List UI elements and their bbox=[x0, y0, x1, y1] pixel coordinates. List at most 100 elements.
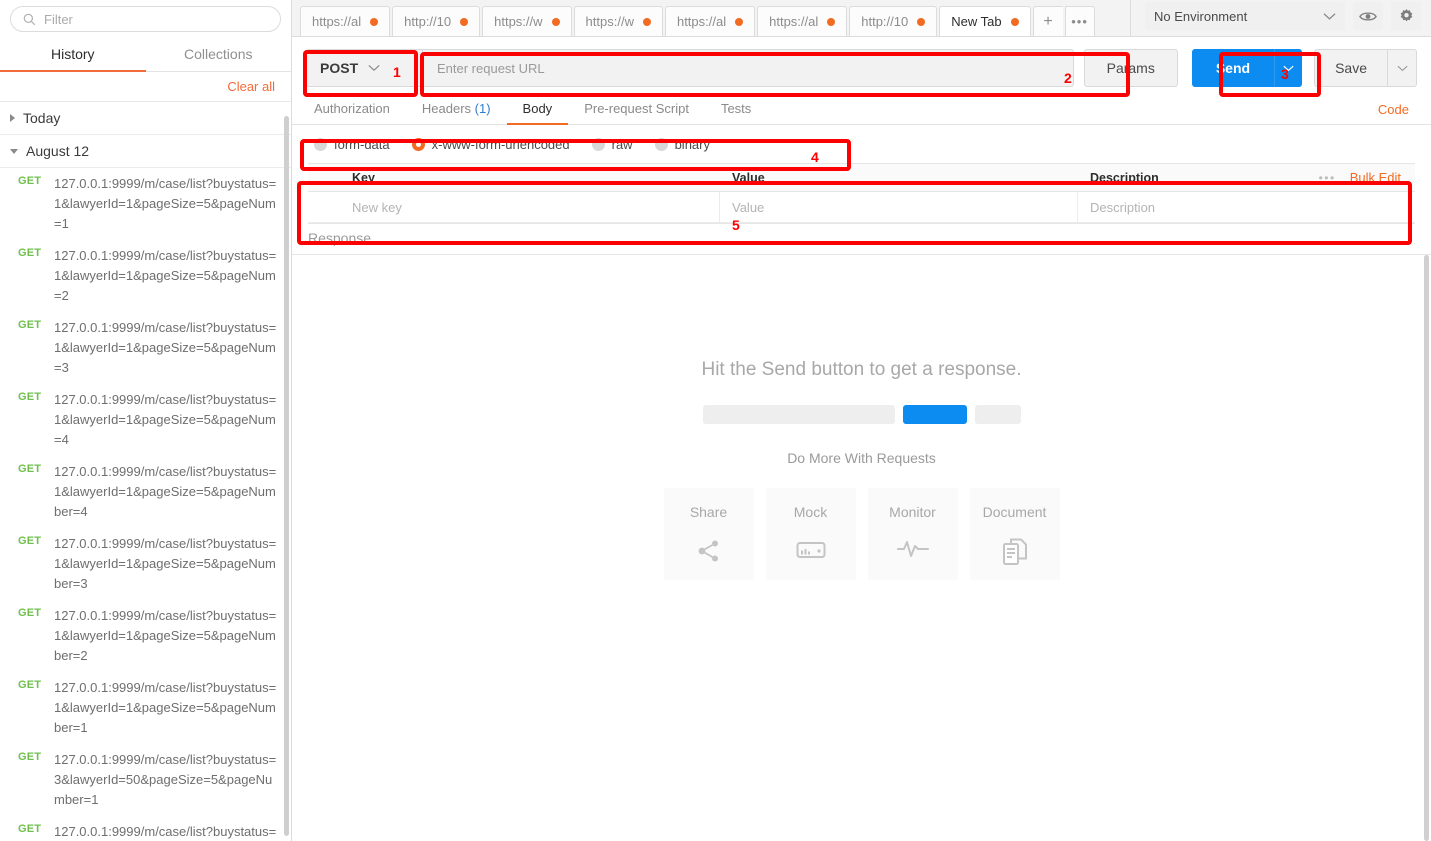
list-item[interactable]: GET 127.0.0.1:9999/m/case/list?buystatus… bbox=[0, 816, 291, 841]
request-section-tabs: Authorization Headers (1) Body Pre-reque… bbox=[292, 95, 1431, 125]
request-method-badge: GET bbox=[18, 679, 42, 691]
clear-all-button[interactable]: Clear all bbox=[227, 79, 275, 94]
list-item[interactable]: GET 127.0.0.1:9999/m/case/list?buystatus… bbox=[0, 528, 291, 600]
unsaved-dot-icon[interactable] bbox=[551, 17, 560, 26]
list-item[interactable]: GET 127.0.0.1:9999/m/case/list?buystatus… bbox=[0, 672, 291, 744]
url-bar-row: POST Params Send Save bbox=[292, 37, 1431, 95]
tab-overflow-menu-button[interactable]: ••• bbox=[1064, 6, 1095, 36]
request-tab-2[interactable]: https://w bbox=[482, 6, 572, 36]
list-item[interactable]: GET 127.0.0.1:9999/m/case/list?buystatus… bbox=[0, 384, 291, 456]
request-tab-0[interactable]: https://al bbox=[300, 6, 391, 36]
unsaved-dot-icon[interactable] bbox=[370, 17, 379, 26]
body-type-row: form-data x-www-form-urlencoded raw bina… bbox=[292, 125, 1431, 163]
card-share[interactable]: Share bbox=[663, 488, 754, 580]
list-item[interactable]: GET 127.0.0.1:9999/m/case/list?buystatus… bbox=[0, 744, 291, 816]
card-document[interactable]: Document bbox=[969, 488, 1060, 580]
send-button-group: Send bbox=[1191, 49, 1303, 87]
method-selector[interactable]: POST bbox=[306, 49, 422, 87]
bulk-edit-button[interactable]: Bulk Edit bbox=[1350, 170, 1401, 185]
response-empty-message: Hit the Send button to get a response. bbox=[701, 359, 1022, 380]
card-label: Share bbox=[689, 504, 728, 520]
list-item[interactable]: GET 127.0.0.1:9999/m/case/list?buystatus… bbox=[0, 168, 291, 240]
sidebar-tabs: History Collections bbox=[0, 37, 291, 72]
table-tools: ••• Bulk Edit bbox=[1319, 170, 1415, 185]
list-item[interactable]: GET 127.0.0.1:9999/m/case/list?buystatus… bbox=[0, 456, 291, 528]
sidebar-tab-collections[interactable]: Collections bbox=[146, 37, 292, 72]
environment-selector[interactable]: No Environment bbox=[1145, 2, 1345, 30]
history-list[interactable]: Today August 12 GET 127.0.0.1:9999/m/cas… bbox=[0, 102, 291, 841]
body-type-label: binary bbox=[674, 136, 710, 152]
filter-box[interactable] bbox=[10, 6, 281, 32]
card-mock[interactable]: Mock bbox=[765, 488, 856, 580]
sidebar-scrollbar[interactable] bbox=[284, 116, 289, 836]
save-button[interactable]: Save bbox=[1314, 49, 1387, 87]
request-method-badge: GET bbox=[18, 607, 42, 619]
unsaved-dot-icon[interactable] bbox=[460, 17, 469, 26]
request-url-text: 127.0.0.1:9999/m/case/list?buystatus=1&l… bbox=[54, 608, 277, 663]
tab-headers[interactable]: Headers (1) bbox=[406, 95, 507, 125]
sidebar-tab-history[interactable]: History bbox=[0, 37, 146, 72]
unsaved-dot-icon[interactable] bbox=[1010, 17, 1019, 26]
request-tab-new-tab[interactable]: New Tab bbox=[939, 6, 1031, 36]
unsaved-dot-icon[interactable] bbox=[917, 17, 926, 26]
tab-body[interactable]: Body bbox=[506, 95, 569, 125]
tab-tests[interactable]: Tests bbox=[705, 95, 767, 125]
description-input-cell[interactable]: Description bbox=[1078, 192, 1415, 222]
body-type-binary[interactable]: binary bbox=[654, 136, 710, 152]
send-options-button[interactable] bbox=[1274, 49, 1303, 87]
body-type-raw[interactable]: raw bbox=[591, 137, 633, 152]
list-item[interactable]: GET 127.0.0.1:9999/m/case/list?buystatus… bbox=[0, 600, 291, 672]
request-tab-label: https://w bbox=[494, 14, 543, 29]
table-options-button[interactable]: ••• bbox=[1319, 171, 1336, 185]
request-url-text: 127.0.0.1:9999/m/case/list?buystatus=1&l… bbox=[54, 680, 277, 735]
settings-button[interactable] bbox=[1391, 2, 1421, 30]
params-button[interactable]: Params bbox=[1083, 49, 1178, 87]
chevron-down-icon bbox=[1323, 12, 1336, 20]
request-tab-4[interactable]: https://al bbox=[664, 6, 756, 36]
list-item[interactable]: GET 127.0.0.1:9999/m/case/list?buystatus… bbox=[0, 312, 291, 384]
tab-authorization[interactable]: Authorization bbox=[306, 95, 406, 125]
environment-quick-look-button[interactable] bbox=[1353, 2, 1383, 30]
url-input[interactable] bbox=[422, 49, 1074, 87]
history-group-august-12[interactable]: August 12 bbox=[0, 135, 291, 168]
value-input-cell[interactable]: Value bbox=[720, 192, 1078, 222]
unsaved-dot-icon[interactable] bbox=[735, 17, 744, 26]
code-link[interactable]: Code bbox=[1378, 102, 1417, 117]
request-tab-label: New Tab bbox=[951, 14, 1002, 29]
unsaved-dot-icon[interactable] bbox=[642, 17, 651, 26]
main-scrollbar[interactable] bbox=[1424, 255, 1429, 841]
new-tab-button[interactable]: + bbox=[1032, 6, 1063, 36]
body-type-form-data[interactable]: form-data bbox=[314, 137, 390, 152]
filter-input[interactable] bbox=[44, 11, 268, 27]
clear-all-row: Clear all bbox=[0, 72, 291, 102]
request-url-text: 127.0.0.1:9999/m/case/list?buystatus=1&l… bbox=[54, 248, 277, 303]
request-method-badge: GET bbox=[18, 391, 42, 403]
request-tab-6[interactable]: http://10 bbox=[849, 6, 938, 36]
document-icon bbox=[1002, 538, 1027, 565]
action-cards: Share Mock Monitor Document bbox=[663, 488, 1060, 580]
request-tab-label: http://10 bbox=[404, 14, 452, 29]
tab-pre-request-script[interactable]: Pre-request Script bbox=[568, 95, 705, 125]
card-monitor[interactable]: Monitor bbox=[867, 488, 958, 580]
table-row[interactable]: New key Value Description bbox=[308, 192, 1415, 223]
history-group-today[interactable]: Today bbox=[0, 102, 291, 135]
key-input-cell[interactable]: New key bbox=[340, 192, 720, 222]
request-url-text: 127.0.0.1:9999/m/case/list?buystatus=3&l… bbox=[54, 752, 277, 807]
response-header: Response bbox=[292, 224, 1431, 255]
list-item[interactable]: GET 127.0.0.1:9999/m/case/list?buystatus… bbox=[0, 240, 291, 312]
placeholder-bar-url bbox=[702, 405, 895, 424]
request-tab-5[interactable]: https://al bbox=[757, 6, 848, 36]
send-button[interactable]: Send bbox=[1191, 49, 1275, 87]
request-tab-1[interactable]: http://10 bbox=[392, 6, 481, 36]
request-url-text: 127.0.0.1:9999/m/case/list?buystatus=3&l… bbox=[54, 824, 277, 839]
key-value-table: Key Value Description ••• Bulk Edit New … bbox=[308, 163, 1415, 224]
gear-icon bbox=[1400, 8, 1412, 21]
request-tab-3[interactable]: https://w bbox=[573, 6, 663, 36]
unsaved-dot-icon[interactable] bbox=[827, 17, 836, 26]
save-options-button[interactable] bbox=[1387, 49, 1417, 87]
body-type-x-www-form-urlencoded[interactable]: x-www-form-urlencoded bbox=[411, 137, 570, 152]
request-method-badge: GET bbox=[18, 751, 42, 763]
chevron-down-icon bbox=[10, 148, 18, 154]
request-method-badge: GET bbox=[18, 319, 42, 331]
monitor-pulse-icon bbox=[896, 541, 929, 557]
